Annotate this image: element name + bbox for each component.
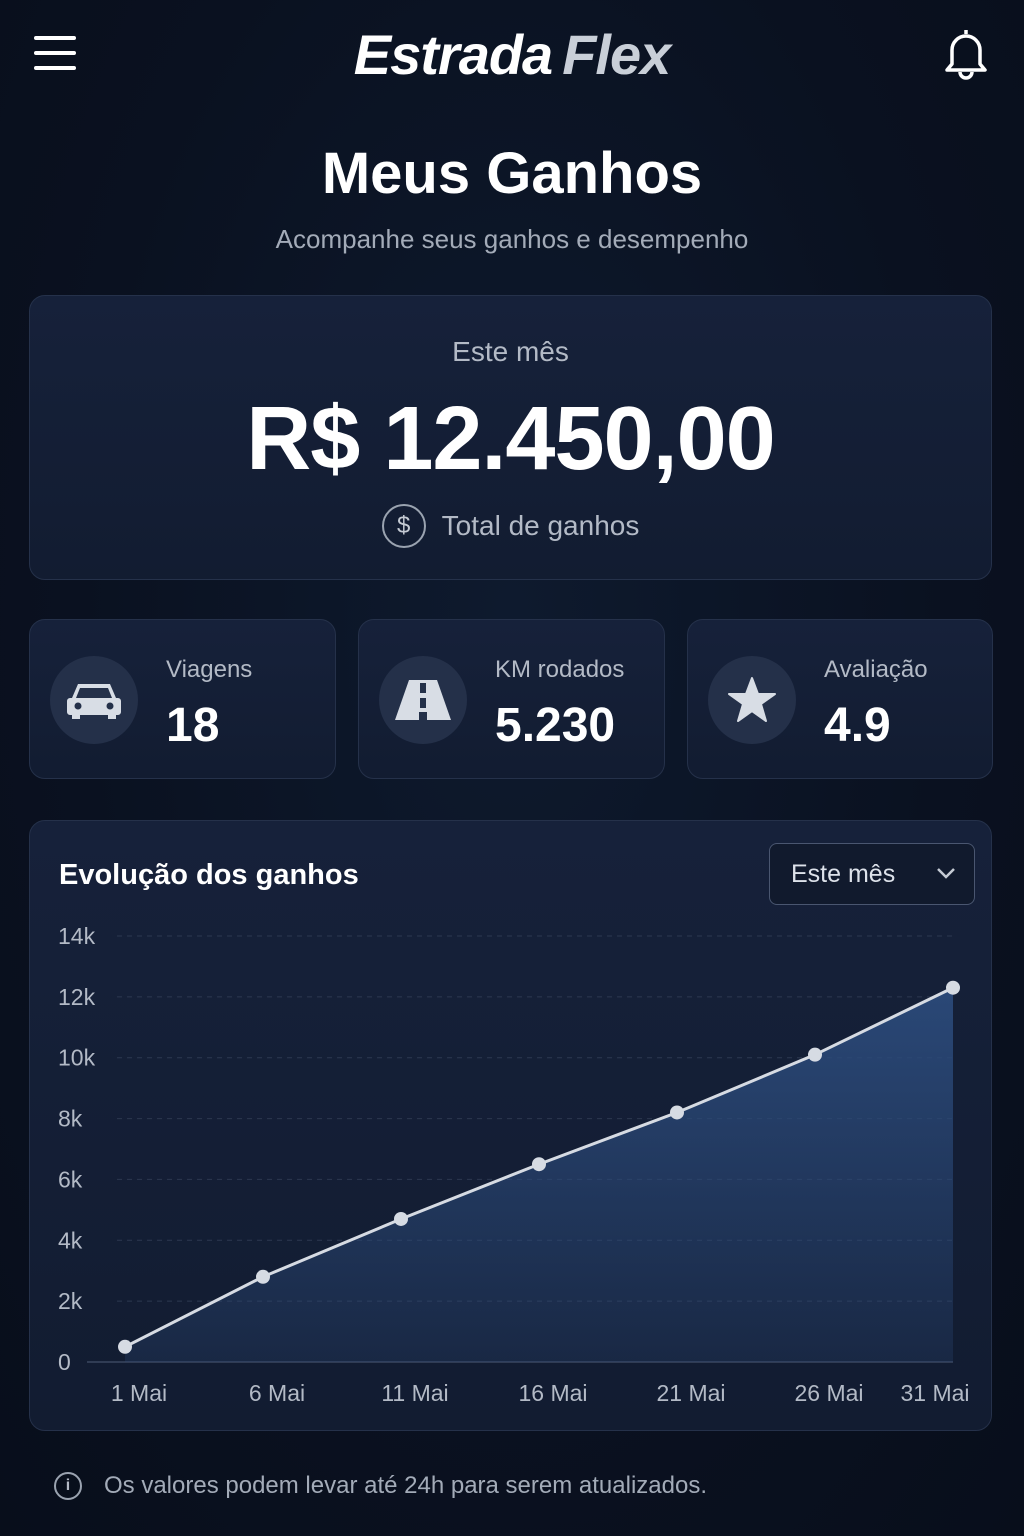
stat-value: 18 xyxy=(166,699,220,752)
bell-icon[interactable] xyxy=(942,26,990,80)
x-tick-label: 21 Mai xyxy=(656,1380,725,1406)
data-point xyxy=(532,1157,546,1172)
x-tick-label: 1 Mai xyxy=(111,1380,167,1406)
y-tick-label: 6k xyxy=(58,1166,83,1192)
earnings-area-chart: 0 2k 4k 6k 8k 10k 12k 14k 1 Mai 6 Mai 11 Mai 16 Mai… xyxy=(58,923,970,1406)
data-point xyxy=(670,1105,684,1120)
data-point xyxy=(256,1269,270,1284)
data-point xyxy=(118,1339,132,1354)
period-label: Este mês xyxy=(452,336,569,367)
stat-label: Avaliação xyxy=(824,656,928,683)
y-tick-label: 14k xyxy=(58,923,96,949)
footnote: i Os valores podem levar até 24h para se… xyxy=(54,1472,707,1500)
data-point xyxy=(394,1211,408,1226)
footnote-text: Os valores podem levar até 24h para sere… xyxy=(104,1472,707,1499)
app-logo: Estrada Flex xyxy=(0,22,1024,87)
stat-card-trips: Viagens 18 xyxy=(29,619,336,779)
logo-part-estrada: Estrada xyxy=(353,23,553,86)
star-icon xyxy=(708,656,796,744)
page-title: Meus Ganhos xyxy=(321,141,703,206)
car-icon xyxy=(50,656,138,744)
total-amount: R$ 12.450,00 xyxy=(246,389,775,489)
series-area xyxy=(125,987,953,1362)
page-subtitle: Acompanhe seus ganhos e desempenho xyxy=(275,224,749,254)
x-tick-label: 31 Mai xyxy=(900,1380,969,1406)
info-icon: i xyxy=(54,1472,82,1500)
stat-card-km: KM rodados 5.230 xyxy=(358,619,665,779)
stat-label: Viagens xyxy=(166,656,253,683)
data-point xyxy=(946,980,960,995)
stat-label: KM rodados xyxy=(495,656,625,683)
y-tick-label: 10k xyxy=(58,1045,96,1071)
y-tick-label: 2k xyxy=(58,1288,83,1314)
total-earnings-card: Este mês R$ 12.450,00 $ Total de ganhos xyxy=(29,295,992,580)
total-label: Total de ganhos xyxy=(441,510,640,541)
x-tick-label: 6 Mai xyxy=(249,1380,305,1406)
top-bar: Estrada Flex xyxy=(0,0,1024,110)
road-icon xyxy=(379,656,467,744)
x-tick-label: 26 Mai xyxy=(794,1380,863,1406)
y-tick-label: 8k xyxy=(58,1106,83,1132)
stat-value: 4.9 xyxy=(824,699,891,752)
logo-part-flex: Flex xyxy=(562,23,671,86)
earnings-chart-card: Evolução dos ganhos Este mês 0 2k 4k 6k 8k 10… xyxy=(29,820,992,1431)
stat-card-rating: Avaliação 4.9 xyxy=(687,619,993,779)
data-point xyxy=(808,1047,822,1062)
x-tick-label: 11 Mai xyxy=(381,1380,448,1406)
x-tick-label: 16 Mai xyxy=(518,1380,587,1406)
stat-value: 5.230 xyxy=(495,699,616,752)
y-tick-label: 4k xyxy=(58,1227,83,1253)
total-label-row: $ Total de ganhos xyxy=(30,504,991,548)
y-tick-label: 0 xyxy=(58,1349,71,1375)
dollar-circle-icon: $ xyxy=(381,504,426,548)
y-tick-label: 12k xyxy=(58,984,96,1010)
